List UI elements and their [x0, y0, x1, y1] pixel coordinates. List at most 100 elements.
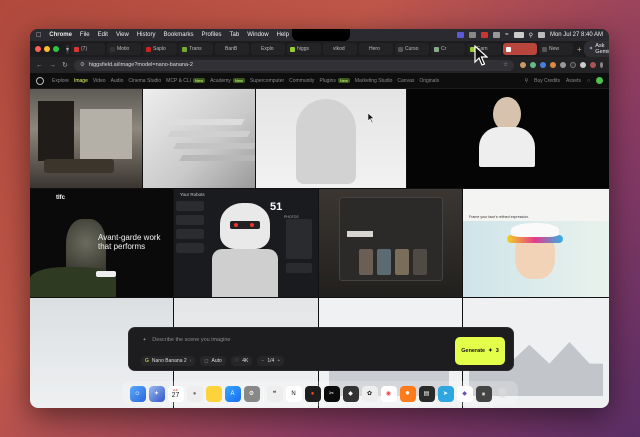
- extension-icon[interactable]: [570, 62, 576, 68]
- nav-supercomputer[interactable]: Supercomputer: [250, 78, 284, 84]
- nav-academy[interactable]: Academy: [210, 78, 231, 84]
- extension-icon[interactable]: [530, 62, 536, 68]
- cursor-app-icon[interactable]: ◆: [342, 385, 359, 402]
- status-app-icon[interactable]: [457, 32, 465, 38]
- gallery-image-portrait-dark[interactable]: [407, 89, 609, 188]
- nav-originals[interactable]: Originals: [419, 78, 439, 84]
- plus-icon[interactable]: +: [277, 358, 280, 364]
- menu-help[interactable]: Help: [277, 32, 289, 38]
- figma-icon[interactable]: ●: [304, 385, 321, 402]
- menu-history[interactable]: History: [137, 32, 156, 38]
- profile-avatar[interactable]: [590, 62, 596, 68]
- browser-tab[interactable]: New: [539, 43, 574, 55]
- browser-tab[interactable]: (7): [71, 43, 106, 55]
- extension-icon[interactable]: [560, 62, 566, 68]
- battery-icon[interactable]: [513, 32, 524, 38]
- count-stepper[interactable]: − 1/4 +: [257, 356, 285, 366]
- zoom-window-button[interactable]: [53, 46, 59, 52]
- ask-gemini-button[interactable]: ✦ Ask Gemini: [583, 41, 609, 57]
- browser-tab[interactable]: BanB: [215, 43, 250, 55]
- nav-cinema-studio[interactable]: Cinema Studio: [128, 78, 161, 84]
- extension-icon[interactable]: [540, 62, 546, 68]
- trash-icon[interactable]: 🗑: [495, 386, 511, 402]
- contacts-icon[interactable]: ●: [186, 385, 203, 402]
- gallery-image-avant-garde[interactable]: tlfc Avant-garde work that performs: [30, 189, 173, 297]
- app-store-icon[interactable]: A: [224, 385, 241, 402]
- notion-icon[interactable]: N: [285, 385, 302, 402]
- status-app-icon[interactable]: [469, 32, 477, 38]
- close-window-button[interactable]: [35, 46, 41, 52]
- user-avatar[interactable]: [596, 77, 603, 84]
- url-field[interactable]: ⚙ higgsfield.ai/image?model=nano-banana-…: [73, 59, 514, 71]
- prompt-input[interactable]: + Describe the scene you imagine: [143, 337, 230, 343]
- finder-icon[interactable]: ☺: [129, 385, 146, 402]
- tab-active[interactable]: [503, 43, 538, 55]
- menu-view[interactable]: View: [116, 32, 129, 38]
- gallery-image-staircase[interactable]: [143, 89, 255, 188]
- forward-icon[interactable]: →: [49, 62, 56, 69]
- model-select[interactable]: G Nano Banana 2 ›: [141, 356, 196, 366]
- gallery-image-interior[interactable]: [30, 89, 142, 188]
- buy-credits-link[interactable]: Buy Credits: [534, 78, 560, 84]
- nav-canvas[interactable]: Canvas: [397, 78, 414, 84]
- tile-cta-button[interactable]: [96, 271, 116, 277]
- claude-icon[interactable]: ✸: [399, 385, 416, 402]
- tab-search-icon[interactable]: ▾: [66, 44, 70, 54]
- menu-file[interactable]: File: [80, 32, 90, 38]
- nav-plugins[interactable]: Plugins: [319, 78, 335, 84]
- generate-button[interactable]: Generate ✦ 3: [455, 337, 505, 365]
- nav-marketing-studio[interactable]: Marketing Studio: [355, 78, 393, 84]
- browser-tab[interactable]: Motio: [107, 43, 142, 55]
- extension-icon[interactable]: [550, 62, 556, 68]
- gallery-image-robot[interactable]: Your Robots 51 PHOTOS: [174, 189, 318, 297]
- status-app-icon[interactable]: [481, 32, 489, 38]
- menu-kebab-icon[interactable]: [600, 62, 603, 68]
- recent-app-icon[interactable]: ▣: [475, 385, 492, 402]
- menubar-app-name[interactable]: Chrome: [49, 32, 72, 38]
- app-icon[interactable]: ◆: [456, 385, 473, 402]
- browser-tab[interactable]: higgs: [287, 43, 322, 55]
- site-info-icon[interactable]: ⚙: [80, 62, 85, 68]
- puzzle-icon[interactable]: [580, 62, 586, 68]
- new-tab-icon[interactable]: +: [577, 45, 582, 54]
- assets-link[interactable]: Assets: [566, 78, 581, 84]
- nav-video[interactable]: Video: [93, 78, 106, 84]
- reload-icon[interactable]: ↻: [62, 61, 68, 69]
- browser-tab[interactable]: Cr: [431, 43, 466, 55]
- higgsfield-logo[interactable]: [36, 76, 44, 85]
- add-reference-icon[interactable]: +: [143, 337, 146, 343]
- telegram-icon[interactable]: ➤: [437, 385, 454, 402]
- system-settings-icon[interactable]: ⚙: [243, 385, 260, 402]
- browser-tab[interactable]: Saplo: [143, 43, 178, 55]
- quality-select[interactable]: ♡ 4K: [230, 356, 253, 366]
- nav-image[interactable]: Image: [74, 78, 88, 84]
- chatgpt-icon[interactable]: ✿: [361, 385, 378, 402]
- nav-explore[interactable]: Explore: [52, 78, 69, 84]
- control-center-icon[interactable]: [537, 32, 545, 38]
- chrome-icon[interactable]: ◉: [380, 385, 397, 402]
- minimize-window-button[interactable]: [44, 46, 50, 52]
- browser-tab[interactable]: Trans: [179, 43, 214, 55]
- screenshot-icon[interactable]: ▤: [418, 385, 435, 402]
- apple-icon[interactable]: : [36, 32, 41, 39]
- nav-audio[interactable]: Audio: [111, 78, 124, 84]
- browser-tab[interactable]: Curso: [395, 43, 430, 55]
- search-icon[interactable]: ⚲: [529, 32, 533, 39]
- menu-edit[interactable]: Edit: [98, 32, 108, 38]
- aspect-select[interactable]: ◻ Auto: [200, 356, 226, 366]
- notes-icon[interactable]: [205, 385, 222, 402]
- extension-icon[interactable]: [520, 62, 526, 68]
- capcut-icon[interactable]: ✂: [323, 385, 340, 402]
- menu-bookmarks[interactable]: Bookmarks: [164, 32, 194, 38]
- nav-community[interactable]: Community: [289, 78, 314, 84]
- gallery-image-snow-rock[interactable]: [256, 89, 406, 188]
- calendar-icon[interactable]: JUL 27: [167, 385, 184, 402]
- nav-search-icon[interactable]: ⚲: [524, 78, 528, 84]
- back-icon[interactable]: ←: [36, 62, 43, 69]
- status-app-icon[interactable]: [493, 32, 501, 38]
- wifi-icon[interactable]: ≈: [505, 32, 508, 38]
- browser-tab[interactable]: vikod: [323, 43, 358, 55]
- notifications-icon[interactable]: ○: [587, 78, 590, 84]
- gallery-image-app-ui[interactable]: [319, 189, 462, 297]
- safari-icon[interactable]: ✦: [148, 385, 165, 402]
